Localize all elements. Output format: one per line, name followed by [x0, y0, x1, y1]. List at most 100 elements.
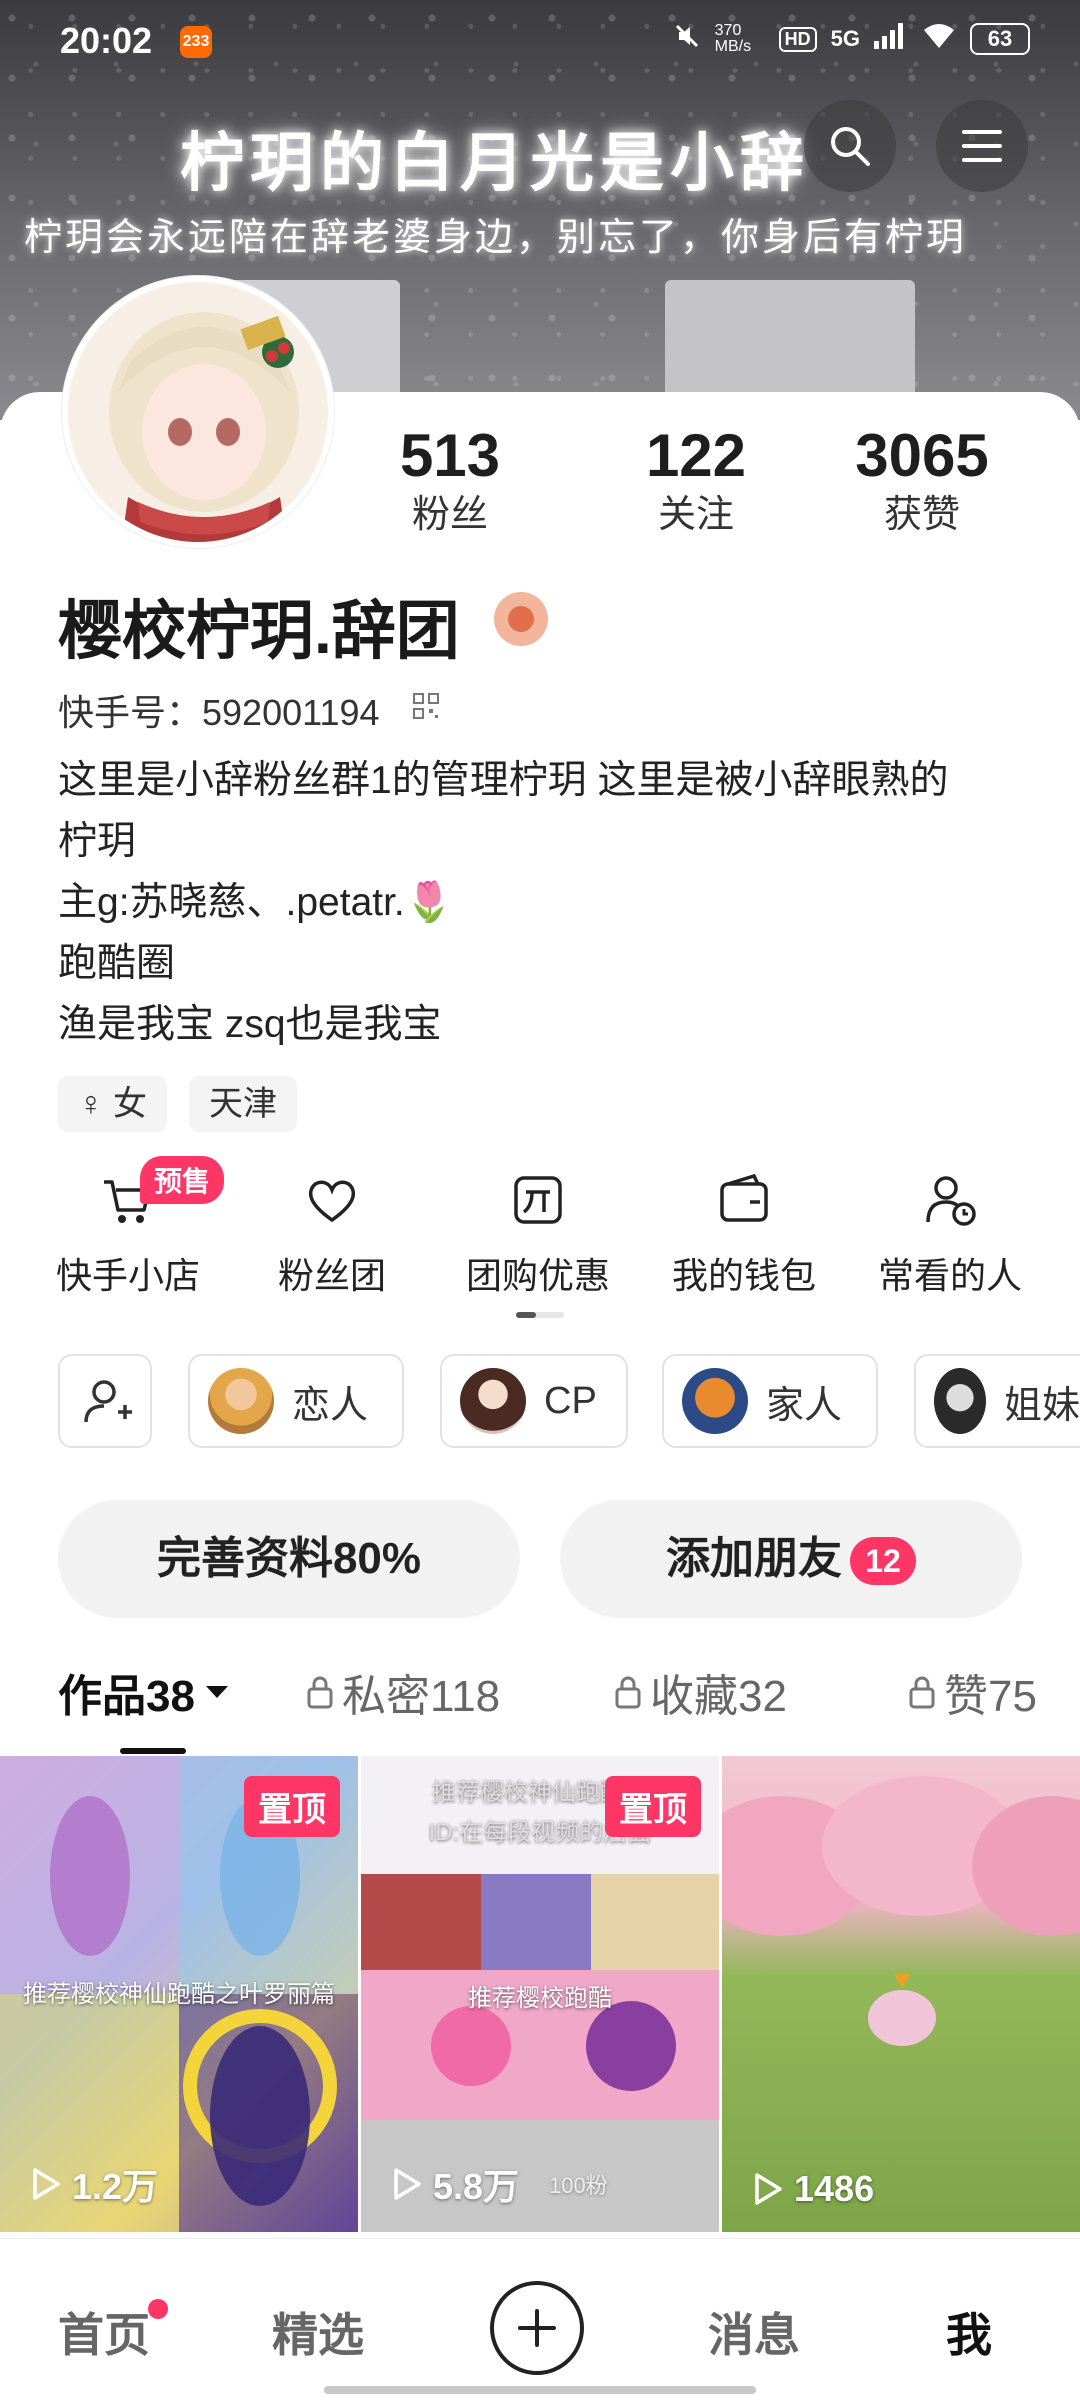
tab-works[interactable]: 作品38 [58, 1660, 231, 1724]
net-speed: 370 MB/s [714, 22, 752, 55]
content-tabs: 作品38 私密118 收藏32 赞75 [0, 1660, 1080, 1750]
bio-line: 这里是小辞粉丝群1的管理柠玥 这里是被小辞眼熟的 [58, 759, 949, 802]
bio-line: 柠玥 [58, 820, 137, 863]
recent-person-icon [926, 1176, 976, 1226]
relation-lover-label: 恋人 [292, 1384, 369, 1427]
bio-line: 跑酷圈 [58, 942, 176, 985]
avatar[interactable] [62, 276, 334, 548]
nav-messages[interactable]: 消息 [708, 2299, 800, 2365]
create-button[interactable] [490, 2281, 584, 2375]
relation-lover[interactable]: 恋人 [188, 1354, 404, 1448]
add-person-icon [84, 1380, 132, 1423]
pinned-badge: 置顶 [605, 1776, 701, 1837]
shortcut-shop-label: 快手小店 [55, 1255, 200, 1296]
pinned-badge: 置顶 [244, 1776, 340, 1837]
play-icon [755, 2173, 782, 2205]
shortcut-wallet-label: 我的钱包 [671, 1255, 816, 1296]
video-tile[interactable]: 1486 [722, 1756, 1080, 2232]
gender-tag: ♀ 女 [58, 1076, 167, 1132]
lock-icon [909, 1676, 935, 1709]
plus-icon [518, 2309, 556, 2347]
signal-icon [874, 23, 908, 55]
active-tab-indicator [120, 1748, 186, 1754]
add-friends-label: 添加朋友 [666, 1534, 842, 1583]
relation-family-label: 家人 [766, 1384, 843, 1427]
tab-favorites-label: 收藏32 [650, 1672, 787, 1721]
profile-name: 樱校柠玥.辞团 [58, 595, 460, 667]
status-bar: 20:02 233 370 MB/s HD 5G 63 [0, 0, 1080, 84]
relation-row: 恋人 CP 家人 姐妹 [0, 1354, 1080, 1450]
video-extra-label: 100粉 [549, 2173, 608, 2198]
tab-private[interactable]: 私密118 [306, 1660, 500, 1724]
relation-cp-label: CP [544, 1379, 597, 1422]
tab-favorites[interactable]: 收藏32 [614, 1660, 787, 1724]
location-tag: 天津 [188, 1076, 297, 1132]
relation-cp[interactable]: CP [440, 1354, 628, 1448]
video-plays: 5.8万 100粉 [391, 2158, 608, 2210]
presale-badge: 预售 [140, 1156, 225, 1204]
shortcut-recent-people-label: 常看的人 [877, 1255, 1022, 1296]
shortcut-fan-club[interactable]: 粉丝团 [232, 1170, 432, 1299]
nav-me[interactable]: 我 [946, 2299, 992, 2365]
add-friends-button[interactable]: 添加朋友 12 [560, 1500, 1022, 1618]
bio-line: 主g:苏晓慈、.petatr.🌷 [58, 881, 454, 924]
shortcut-pager [516, 1312, 564, 1318]
nav-featured[interactable]: 精选 [272, 2299, 364, 2365]
relation-sisters-label: 姐妹 [1003, 1384, 1080, 1427]
avatar-image [68, 282, 328, 542]
caret-down-icon [205, 1686, 228, 1698]
level-badge-icon[interactable] [494, 592, 548, 646]
lock-icon [307, 1676, 333, 1709]
stat-followers-value: 513 [399, 422, 501, 489]
qr-code-icon[interactable] [412, 692, 440, 720]
profile-bio: 这里是小辞粉丝群1的管理柠玥 这里是被小辞眼熟的 柠玥 主g:苏晓慈、.peta… [58, 750, 1038, 1055]
shortcut-wallet[interactable]: 我的钱包 [644, 1170, 844, 1299]
video-play-count: 1.2万 [72, 2166, 159, 2207]
search-button[interactable] [804, 100, 896, 192]
status-time: 20:02 [60, 20, 153, 61]
video-plays: 1.2万 [30, 2158, 158, 2210]
search-icon [831, 127, 870, 166]
video-grid: 置顶 推荐樱校神仙跑酷之叶罗丽篇 1.2万 推荐樱校神仙跑酷之 ID:在每段视频… [0, 1756, 1080, 2234]
shortcut-group-buy[interactable]: 团购优惠 [438, 1170, 638, 1299]
shortcut-group-buy-label: 团购优惠 [465, 1255, 610, 1296]
stat-following[interactable]: 122 关注 [596, 420, 796, 538]
tab-liked-label: 赞75 [944, 1672, 1037, 1721]
nav-home-notification-dot [148, 2299, 168, 2319]
video-tile[interactable]: 置顶 推荐樱校神仙跑酷之叶罗丽篇 1.2万 [0, 1756, 358, 2232]
lock-icon [615, 1676, 641, 1709]
relation-family-avatar [682, 1368, 748, 1434]
kuaishou-id[interactable]: 快手号：592001194 [58, 684, 380, 736]
wifi-icon [922, 22, 956, 56]
nav-home[interactable]: 首页 [58, 2299, 150, 2365]
stat-followers-label: 粉丝 [411, 494, 488, 536]
bio-line: 渔是我宝 zsq也是我宝 [58, 1003, 442, 1046]
relation-lover-avatar [208, 1368, 274, 1434]
stat-followers[interactable]: 513 粉丝 [350, 420, 550, 538]
shortcut-fan-club-label: 粉丝团 [277, 1255, 386, 1296]
home-indicator[interactable] [324, 2386, 756, 2394]
tab-private-label: 私密118 [342, 1672, 501, 1721]
relation-sisters[interactable]: 姐妹 [914, 1354, 1080, 1448]
complete-profile-button[interactable]: 完善资料80% [58, 1500, 520, 1618]
add-relation-button[interactable] [58, 1354, 152, 1448]
relation-cp-avatar [460, 1368, 526, 1434]
mute-icon [673, 22, 701, 56]
stat-following-label: 关注 [657, 494, 734, 536]
menu-button[interactable] [936, 100, 1028, 192]
video-caption: 推荐樱校跑酷 [468, 1985, 612, 2012]
wallet-icon [720, 1173, 768, 1222]
play-icon [394, 2168, 421, 2200]
app-notification-icon: 233 [180, 26, 212, 58]
bottom-nav: 首页 精选 消息 我 [0, 2238, 1080, 2400]
tab-works-label: 作品38 [58, 1672, 195, 1721]
tab-liked[interactable]: 赞75 [908, 1660, 1037, 1724]
stat-following-value: 122 [645, 422, 747, 489]
shortcut-recent-people[interactable]: 常看的人 [850, 1170, 1050, 1299]
stat-likes[interactable]: 3065 获赞 [822, 420, 1022, 538]
relation-family[interactable]: 家人 [662, 1354, 878, 1448]
video-tile[interactable]: 推荐樱校神仙跑酷之 ID:在每段视频的后面 置顶 推荐樱校跑酷 5.8万 100… [361, 1756, 719, 2232]
stat-likes-value: 3065 [855, 422, 989, 489]
hd-icon: HD [778, 26, 817, 52]
battery-icon: 63 [970, 23, 1030, 55]
